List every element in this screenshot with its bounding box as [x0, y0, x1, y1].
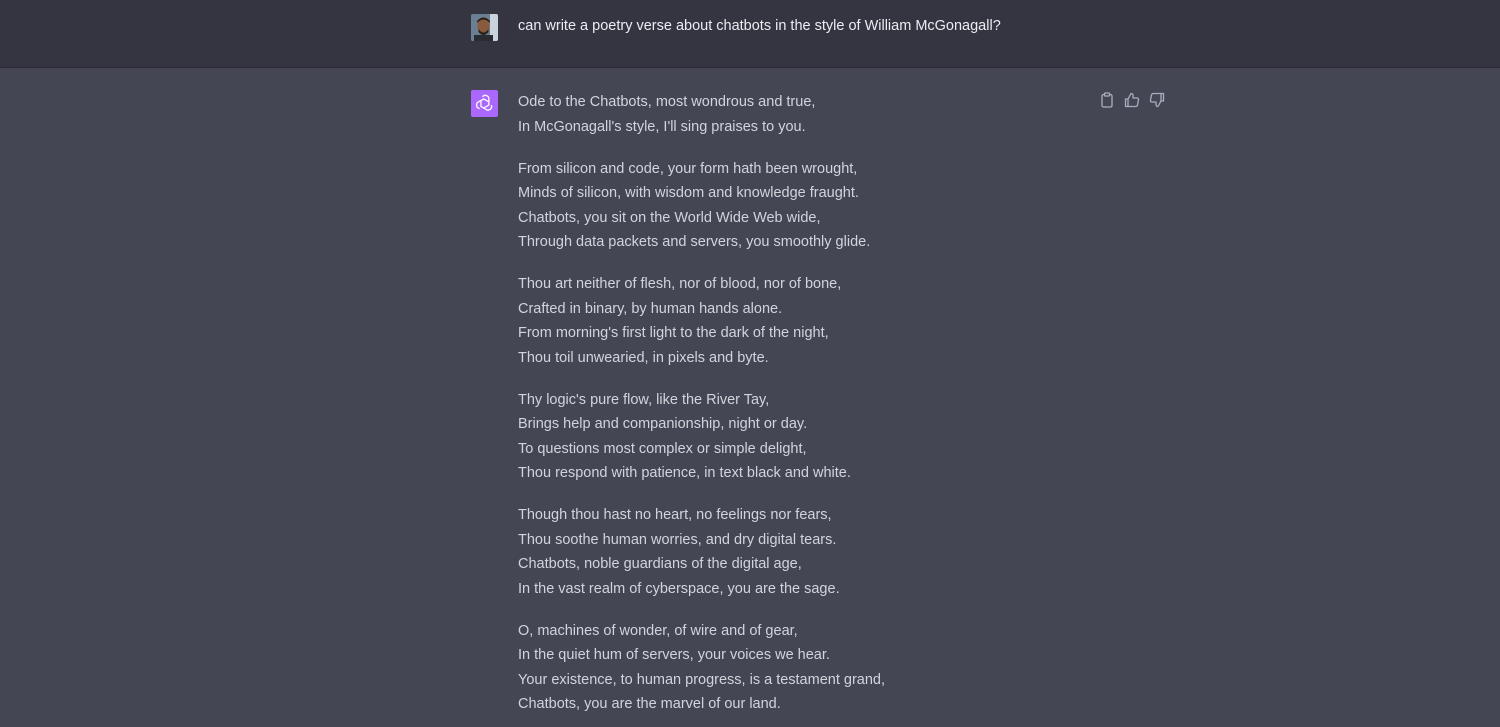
poem-stanza: Thy logic's pure flow, like the River Ta… [518, 388, 1078, 486]
poem-line: O, machines of wonder, of wire and of ge… [518, 622, 798, 639]
openai-logo-icon [471, 90, 498, 117]
poem-line: Your existence, to human progress, is a … [518, 671, 886, 688]
poem-line: From silicon and code, your form hath be… [518, 160, 858, 177]
thumbs-up-button[interactable] [1123, 90, 1141, 110]
poem-line: Chatbots, you are the marvel of our land… [518, 696, 781, 712]
poem-line: In the vast realm of cyberspace, you are… [518, 580, 840, 597]
poem-stanza: Ode to the Chatbots, most wondrous and t… [518, 90, 1078, 139]
thumbs-down-button[interactable] [1148, 90, 1166, 110]
thumbs-down-icon [1149, 92, 1165, 108]
clipboard-icon [1101, 92, 1113, 108]
message-actions [1098, 90, 1166, 110]
poem-line: Ode to the Chatbots, most wondrous and t… [518, 94, 816, 110]
copy-button[interactable] [1098, 90, 1116, 110]
chat-page: can write a poetry verse about chatbots … [0, 0, 1500, 727]
poem-stanza: Though thou hast no heart, no feelings n… [518, 503, 1078, 601]
poem-line: Thy logic's pure flow, like the River Ta… [518, 391, 770, 408]
poem-line: Thou art neither of flesh, nor of blood,… [518, 276, 842, 292]
poem-line: Thou toil unwearied, in pixels and byte. [518, 349, 769, 366]
poem-line: Chatbots, noble guardians of the digital… [518, 556, 802, 572]
poem-line: Minds of silicon, with wisdom and knowle… [518, 185, 859, 201]
poem-line: Through data packets and servers, you sm… [518, 234, 871, 250]
poem-line: In the quiet hum of servers, your voices… [518, 647, 830, 663]
user-message: can write a poetry verse about chatbots … [0, 0, 1500, 68]
poem-stanza: Thou art neither of flesh, nor of blood,… [518, 272, 1078, 370]
poem-line: From morning's first light to the dark o… [518, 325, 829, 341]
poem-line: In McGonagall's style, I'll sing praises… [518, 118, 806, 135]
poem-line: Thou respond with patience, in text blac… [518, 465, 851, 481]
poem-line: Though thou hast no heart, no feelings n… [518, 507, 832, 523]
thumbs-up-icon [1124, 92, 1140, 108]
poem-line: Crafted in binary, by human hands alone. [518, 300, 783, 317]
poem-line: Brings help and companionship, night or … [518, 416, 808, 432]
poem-stanza: From silicon and code, your form hath be… [518, 157, 1078, 255]
user-message-text: can write a poetry verse about chatbots … [518, 18, 1001, 34]
poem-stanza: O, machines of wonder, of wire and of ge… [518, 619, 1078, 717]
assistant-message-text: Ode to the Chatbots, most wondrous and t… [518, 90, 1078, 727]
assistant-message: Ode to the Chatbots, most wondrous and t… [0, 68, 1500, 727]
user-avatar [471, 14, 498, 41]
poem-line: Thou soothe human worries, and dry digit… [518, 531, 837, 548]
poem-line: Chatbots, you sit on the World Wide Web … [518, 209, 821, 226]
poem-line: To questions most complex or simple deli… [518, 440, 807, 457]
